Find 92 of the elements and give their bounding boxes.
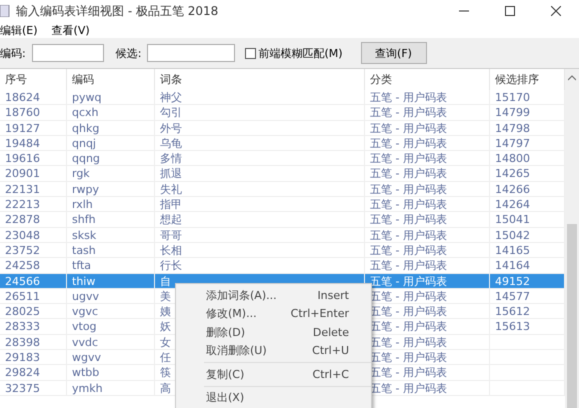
table-row[interactable]: 22213 rxlh 指甲 五笔 - 用户码表 14264 [0,197,565,212]
table-row[interactable]: 22878 shfh 想起 五笔 - 用户码表 15041 [0,212,565,228]
table-cell: 28025 [0,304,67,320]
table-cell: rxlh [67,197,155,212]
fuzzy-label: 前端模糊匹配(M) [258,46,343,60]
table-cell: 18760 [0,105,67,120]
table-cell: 五笔 - 用户码表 [365,151,490,166]
table-cell: sksk [67,228,155,243]
table-cell: 22878 [0,212,67,228]
table-cell: shfh [67,212,155,228]
table-cell: 多情 [155,151,365,166]
code-field[interactable] [32,44,104,62]
table-row[interactable]: 20901 rgk 抓退 五笔 - 用户码表 14265 [0,166,565,182]
column-header[interactable]: 词条 [155,69,365,90]
table-cell: 哥哥 [155,228,365,243]
table-cell: 五笔 - 用户码表 [365,182,490,197]
table-cell: ugvv [67,288,155,304]
table-cell: 19616 [0,151,67,166]
table-cell: 指甲 [155,197,365,212]
fuzzy-checkbox[interactable] [245,48,256,58]
table-cell: 24258 [0,258,67,274]
table-cell: 五笔 - 用户码表 [365,105,490,120]
table-cell: vvdc [67,334,155,350]
table-cell: wtbb [67,365,155,380]
table-cell: 28398 [0,334,67,350]
table-cell: qhkg [67,120,155,136]
candidate-label: 候选: [116,46,142,60]
app-icon [0,5,10,17]
table-cell: thiw [67,274,155,289]
table-cell: rgk [67,166,155,182]
column-header[interactable]: 分类 [365,69,490,90]
table-cell: 勾引 [155,105,365,120]
table-cell: 32375 [0,380,67,396]
column-header[interactable]: 编码 [67,69,155,90]
table-cell: vgvc [67,304,155,320]
table-cell: ymkh [67,380,155,396]
table-cell: rwpy [67,182,155,197]
table-cell: 长相 [155,242,365,258]
window-title: 输入编码表详细视图 - 极品五笔 2018 [16,2,220,20]
table-cell: 五笔 - 用户码表 [365,212,490,228]
table-cell: 行长 [155,258,365,274]
table-cell: 28333 [0,319,67,334]
table-cell: 19484 [0,136,67,151]
table-cell: 五笔 - 用户码表 [365,90,490,105]
table-cell: 19127 [0,120,67,136]
table-row[interactable]: 18624 pywq 神父 五笔 - 用户码表 15170 [0,90,565,106]
table-cell: wgvv [67,350,155,366]
table-cell: 23752 [0,242,67,258]
scrollbar-thumb[interactable] [567,224,577,408]
table-cell: tfta [67,258,155,274]
table-cell: 五笔 - 用户码表 [365,120,490,136]
table-cell: 外号 [155,120,365,136]
table-cell: 五笔 - 用户码表 [365,197,490,212]
table-row[interactable]: 23048 sksk 哥哥 五笔 - 用户码表 15042 [0,228,565,243]
table-row[interactable]: 19484 qnqj 乌龟 五笔 - 用户码表 14797 [0,136,565,152]
table-cell: 18624 [0,90,67,105]
table-cell: 五笔 - 用户码表 [365,258,490,274]
table-cell: 神父 [155,90,365,105]
table-cell: 抓退 [155,166,365,182]
table-cell: 23048 [0,228,67,243]
table-cell: vtog [67,319,155,334]
scroll-up-icon[interactable] [568,75,576,81]
table-cell: 失礼 [155,182,365,197]
table-cell: 22213 [0,197,67,212]
menu-item[interactable]: 编辑(E) [0,22,38,38]
table-cell: 五笔 - 用户码表 [365,166,490,182]
table-cell: 26511 [0,288,67,304]
table-cell: pywq [67,90,155,105]
query-button[interactable]: 查询(F) [360,42,427,64]
table-cell: 22131 [0,182,67,197]
table-cell: tash [67,242,155,258]
table-cell: 29824 [0,365,67,380]
table-cell: qnqj [67,136,155,151]
table-cell: 20901 [0,166,67,182]
menu-item[interactable]: 查看(V) [52,22,90,38]
table-row[interactable]: 19616 qqng 多情 五笔 - 用户码表 14800 [0,151,565,166]
column-header[interactable]: 序号 [0,69,67,90]
candidate-field[interactable] [147,44,236,62]
table-cell: 五笔 - 用户码表 [365,136,490,151]
table-row[interactable]: 23752 tash 长相 五笔 - 用户码表 14165 [0,242,565,258]
table-cell: 乌龟 [155,136,365,151]
table-row[interactable]: 18760 qcxh 勾引 五笔 - 用户码表 14799 [0,105,565,121]
table-row[interactable]: 19127 qhkg 外号 五笔 - 用户码表 14798 [0,120,565,136]
table-cell: 五笔 - 用户码表 [365,228,490,243]
table-cell: 24566 [0,274,67,289]
table-row[interactable]: 22131 rwpy 失礼 五笔 - 用户码表 14266 [0,182,565,198]
table-cell: 想起 [155,212,365,228]
table-cell: 五笔 - 用户码表 [365,242,490,258]
table-cell: 29183 [0,350,67,366]
code-label: 编码: [0,46,26,60]
table-cell: qqng [67,151,155,166]
table-cell: qcxh [67,105,155,120]
